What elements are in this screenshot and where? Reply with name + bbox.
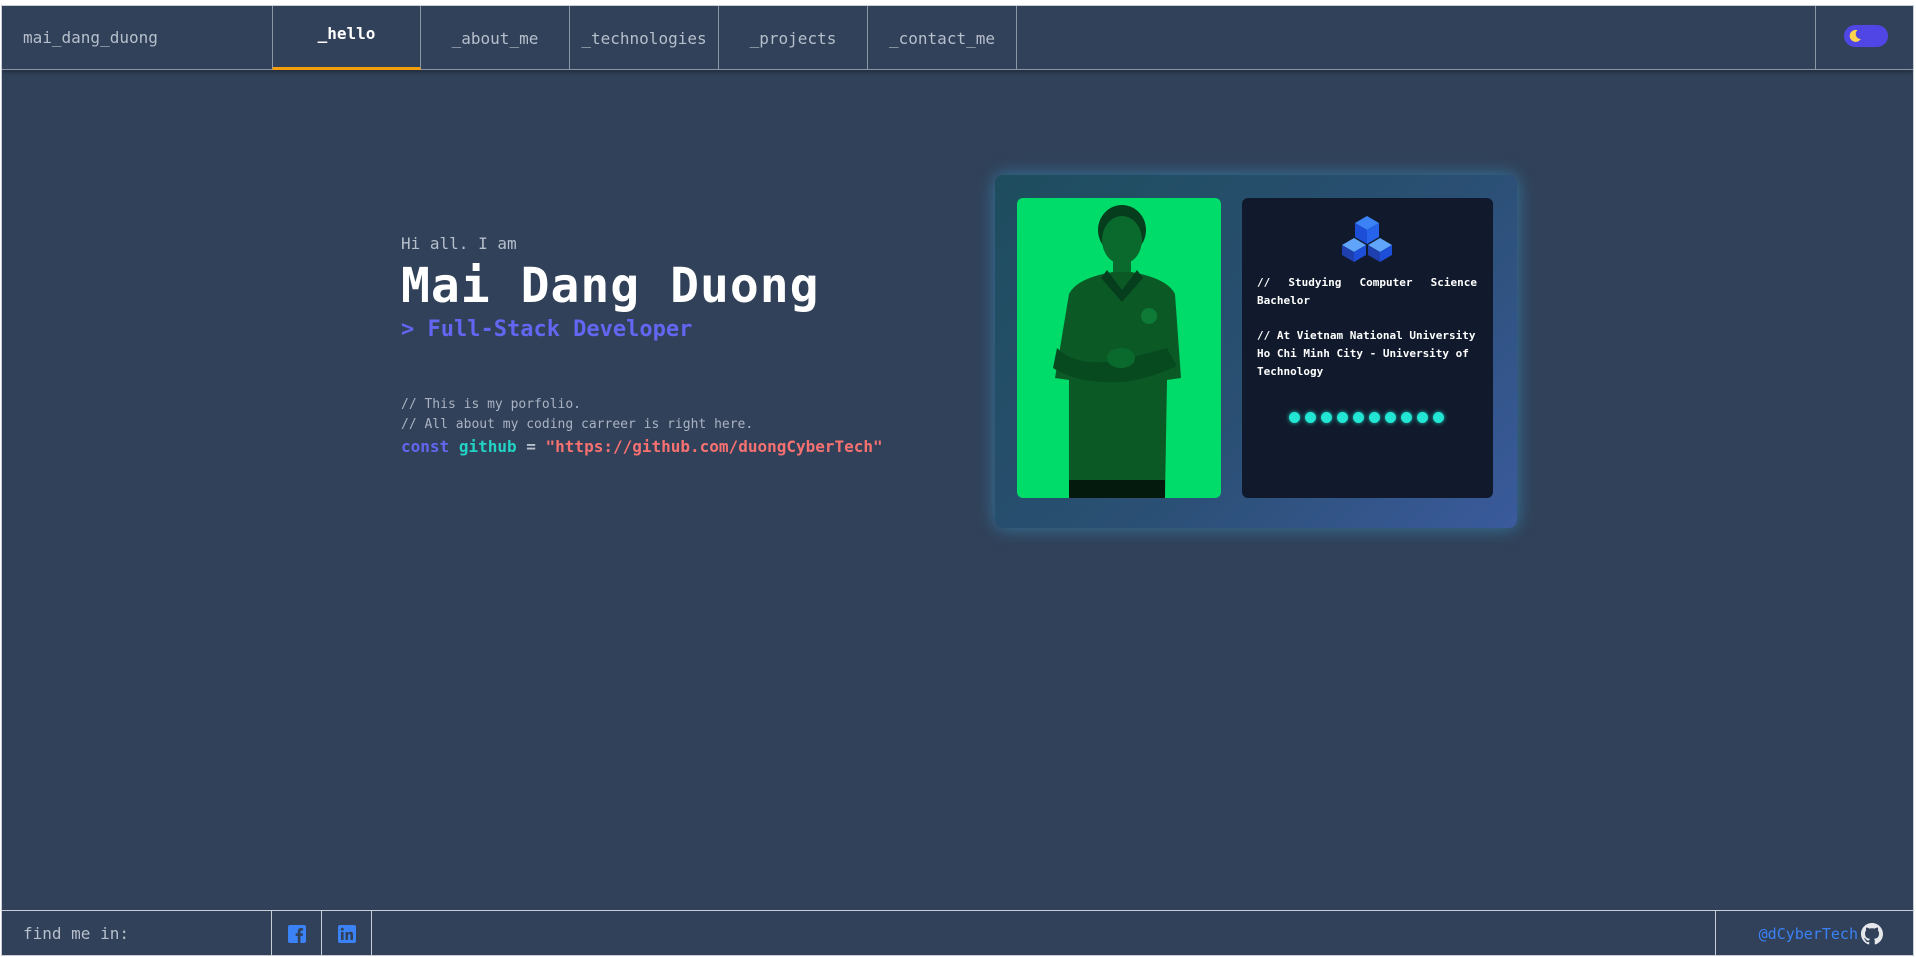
linkedin-link[interactable] (321, 911, 372, 955)
tab-technologies[interactable]: _technologies (570, 6, 719, 70)
dot (1433, 412, 1444, 423)
dot (1353, 412, 1364, 423)
dot (1369, 412, 1380, 423)
code-line: const github = "https://github.com/duong… (401, 437, 961, 456)
greeting-text: Hi all. I am (401, 234, 517, 253)
code-block: // This is my porfolio. // All about my … (401, 395, 961, 456)
tab-hello[interactable]: _hello (272, 6, 421, 70)
tab-projects[interactable]: _projects (719, 6, 868, 70)
dot (1401, 412, 1412, 423)
linkedin-icon (337, 924, 356, 943)
facebook-icon (287, 924, 306, 943)
facebook-link[interactable] (271, 911, 321, 955)
tab-contact-me[interactable]: _contact_me (868, 6, 1017, 70)
brand-name[interactable]: mai_dang_duong (23, 6, 158, 70)
code-operator: = (526, 437, 536, 456)
github-handle: @dCyberTech (1758, 924, 1858, 943)
tab-about-me[interactable]: _about_me (421, 6, 570, 70)
dot (1289, 412, 1300, 423)
dot (1337, 412, 1348, 423)
github-profile-link[interactable]: @dCyberTech (1715, 911, 1913, 955)
profile-card: // Studying Computer Science Bachelor //… (995, 175, 1517, 528)
profile-photo (1017, 198, 1221, 498)
university-logo-icon (1342, 214, 1392, 266)
code-keyword: const (401, 437, 450, 456)
find-me-label: find me in: (23, 924, 129, 943)
dot (1385, 412, 1396, 423)
theme-toggle-cell (1815, 6, 1913, 70)
dot (1321, 412, 1332, 423)
top-nav: mai_dang_duong _hello _about_me _technol… (2, 6, 1913, 70)
role-text: > Full-Stack Developer (401, 317, 693, 342)
moon-icon (1847, 28, 1863, 44)
dot (1417, 412, 1428, 423)
page-title: Mai Dang Duong (401, 258, 820, 314)
github-link[interactable]: "https://github.com/duongCyberTech" (546, 437, 883, 456)
info-panel: // Studying Computer Science Bachelor //… (1242, 198, 1493, 498)
nav-tabs: _hello _about_me _technologies _projects… (272, 6, 1017, 70)
study-text: // Studying Computer Science Bachelor (1257, 276, 1477, 307)
github-icon (1861, 922, 1883, 944)
footer: find me in: @dCyberTech (2, 910, 1913, 955)
comment-line: // All about my coding carreer is right … (401, 417, 754, 432)
university-text: // At Vietnam National University Ho Chi… (1257, 329, 1476, 378)
app-frame: mai_dang_duong _hello _about_me _technol… (1, 5, 1914, 956)
hero-section: Hi all. I am Mai Dang Duong > Full-Stack… (401, 234, 961, 456)
dot (1305, 412, 1316, 423)
theme-toggle[interactable] (1844, 25, 1888, 47)
code-variable: github (458, 437, 517, 456)
loading-dots (1289, 412, 1444, 423)
comment-line: // This is my porfolio. (401, 397, 582, 412)
